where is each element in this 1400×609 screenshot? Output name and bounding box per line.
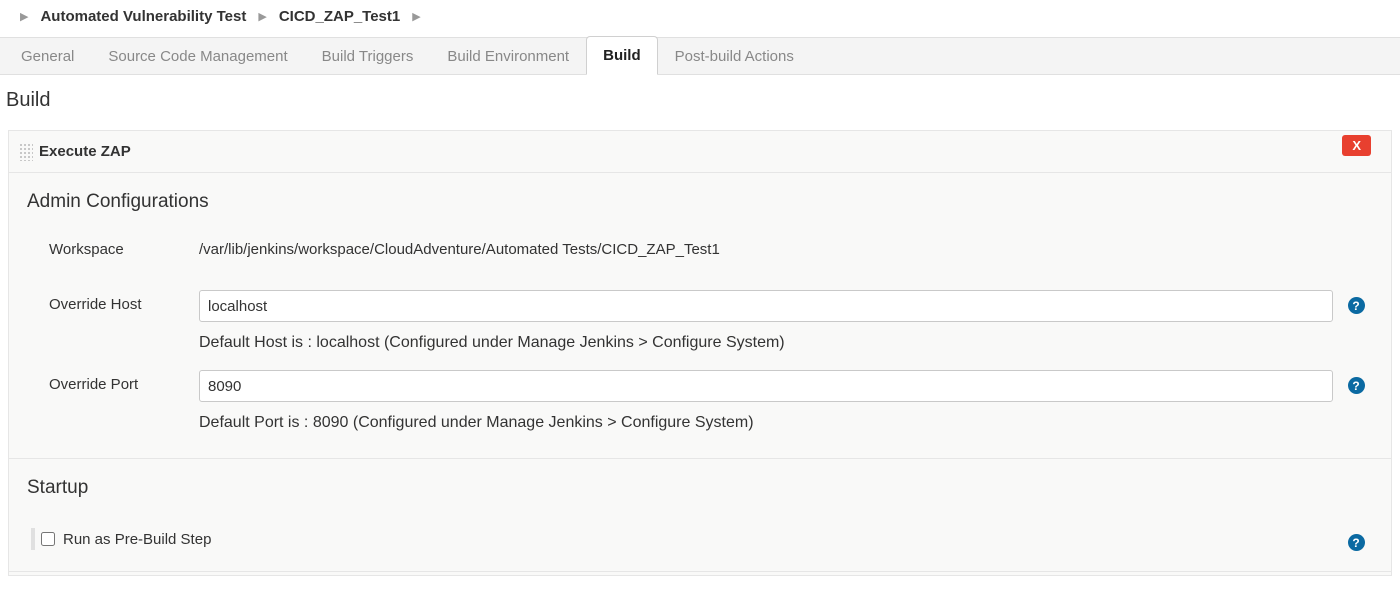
breadcrumb-item-job[interactable]: CICD_ZAP_Test1 [279, 8, 400, 25]
subsection-admin-config: Admin Configurations [9, 173, 1391, 225]
drag-handle-icon[interactable] [19, 143, 33, 161]
prebuild-checkbox[interactable] [41, 532, 55, 546]
breadcrumb-item-folder[interactable]: Automated Vulnerability Test [40, 8, 246, 25]
hint-override-host: Default Host is : localhost (Configured … [199, 334, 1333, 352]
row-workspace: Workspace /var/lib/jenkins/workspace/Clo… [9, 225, 1391, 258]
tab-post-build[interactable]: Post-build Actions [658, 37, 811, 75]
override-host-input[interactable] [199, 290, 1333, 322]
row-override-host: Override Host Default Host is : localhos… [9, 280, 1391, 360]
tab-general[interactable]: General [4, 37, 91, 75]
chevron-right-icon: ▶ [20, 10, 28, 23]
label-workspace: Workspace [49, 235, 199, 258]
tab-build-triggers[interactable]: Build Triggers [305, 37, 431, 75]
help-icon[interactable]: ? [1348, 534, 1365, 551]
advanced-bar-icon [31, 528, 35, 550]
label-prebuild[interactable]: Run as Pre-Build Step [63, 531, 1339, 548]
row-override-port: Override Port Default Port is : 8090 (Co… [9, 360, 1391, 440]
section-title-build: Build [0, 75, 1400, 130]
build-step-execute-zap: Execute ZAP X Admin Configurations Works… [8, 130, 1392, 576]
breadcrumb: ▶ Automated Vulnerability Test ▶ CICD_ZA… [0, 0, 1400, 37]
label-override-host: Override Host [49, 290, 199, 313]
label-override-port: Override Port [49, 370, 199, 393]
tab-scm[interactable]: Source Code Management [91, 37, 304, 75]
tab-build[interactable]: Build [586, 36, 658, 75]
override-port-input[interactable] [199, 370, 1333, 402]
config-tabs: General Source Code Management Build Tri… [0, 37, 1400, 75]
subsection-startup: Startup [9, 459, 1391, 511]
tab-build-environment[interactable]: Build Environment [430, 37, 586, 75]
build-step-title: Execute ZAP [39, 143, 131, 160]
value-workspace: /var/lib/jenkins/workspace/CloudAdventur… [199, 235, 1333, 258]
help-icon[interactable]: ? [1348, 377, 1365, 394]
chevron-right-icon: ▶ [258, 10, 266, 23]
chevron-right-icon: ▶ [412, 10, 420, 23]
build-step-header: Execute ZAP X [9, 131, 1391, 173]
help-icon[interactable]: ? [1348, 297, 1365, 314]
hint-override-port: Default Port is : 8090 (Configured under… [199, 414, 1333, 432]
delete-step-button[interactable]: X [1342, 135, 1371, 156]
row-prebuild: Run as Pre-Build Step ? [9, 511, 1391, 567]
